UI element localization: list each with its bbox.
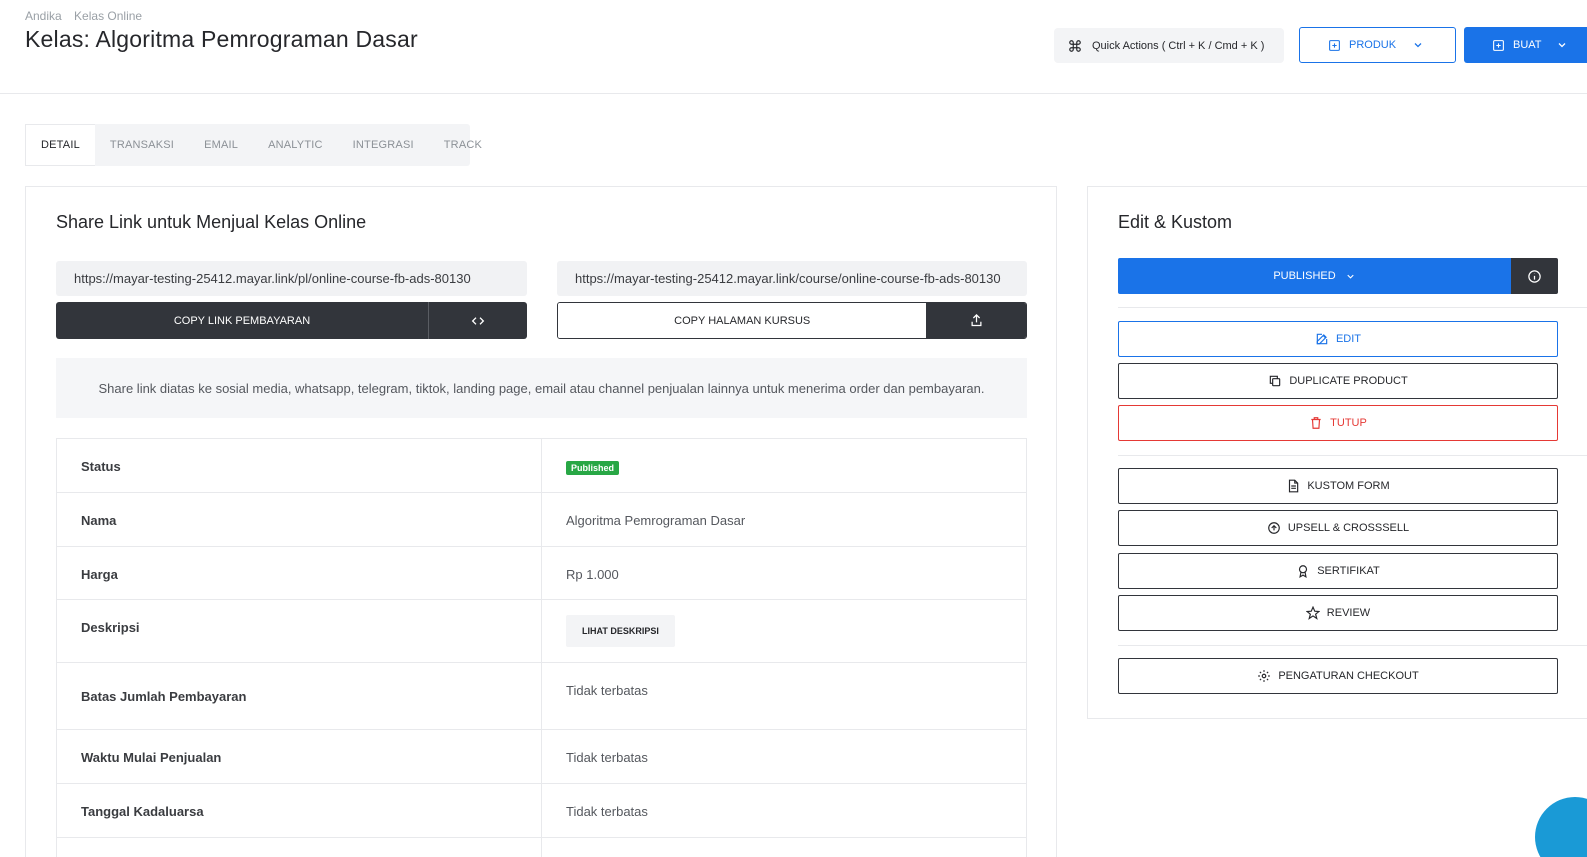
arrow-up-circle-icon [1268,522,1280,534]
edit-button[interactable]: EDIT [1118,321,1558,357]
duplicate-label: DUPLICATE PRODUCT [1289,375,1408,387]
review-button[interactable]: REVIEW [1118,595,1558,631]
tab-integrasi[interactable]: INTEGRASI [338,124,429,166]
status-badge: Published [566,461,620,475]
tutup-label: TUTUP [1330,417,1367,429]
document-icon [1289,479,1299,493]
plus-square-icon [1493,39,1504,51]
upsell-crosssell-button[interactable]: UPSELL & CROSSSELL [1118,510,1558,546]
review-label: REVIEW [1326,607,1371,619]
nama-value: Algoritma Pemrograman Dasar [541,492,1027,547]
duplicate-product-button[interactable]: DUPLICATE PRODUCT [1118,363,1558,399]
deskripsi-label: Deskripsi [56,599,542,663]
kustom-form-label: KUSTOM FORM [1307,480,1390,492]
mulai-value: Tidak terbatas [541,729,1027,784]
star-icon [1305,606,1320,620]
table-row: Harga Rp 1.000 [56,546,1027,600]
pengaturan-checkout-label: PENGATURAN CHECKOUT [1278,670,1419,682]
code-icon [471,316,485,325]
table-row: Batas Jumlah Pembayaran Tidak terbatas [56,662,1027,730]
copy-payment-link-group: COPY LINK PEMBAYARAN [56,302,527,339]
award-icon [1299,565,1308,578]
chevron-down-icon [1347,274,1354,279]
tab-analytic[interactable]: ANALYTIC [253,124,338,166]
divider [1118,645,1587,646]
breadcrumb-item-andika[interactable]: Andika [25,9,62,23]
sertifikat-label: SERTIFIKAT [1317,565,1380,577]
share-card-title: Share Link untuk Menjual Kelas Online [56,212,367,232]
page-title: Kelas: Algoritma Pemrograman Dasar [25,26,418,52]
chevron-down-icon [1414,43,1422,48]
copy-course-page-button[interactable]: COPY HALAMAN KURSUS [558,303,927,338]
tab-email[interactable]: EMAIL [189,124,253,166]
share-card: Share Link untuk Menjual Kelas Online ht… [25,186,1057,857]
harga-value: Rp 1.000 [541,546,1027,600]
breadcrumb-item-kelas-online[interactable]: Kelas Online [74,9,142,23]
lihat-deskripsi-button[interactable]: LIHAT DESKRIPSI [566,615,675,647]
publish-status-group: PUBLISHED [1118,258,1558,294]
batas-label: Batas Jumlah Pembayaran [56,662,542,730]
nama-label: Nama [56,492,542,547]
kustom-form-button[interactable]: KUSTOM FORM [1118,468,1558,504]
chat-widget-button[interactable] [1535,797,1587,857]
published-dropdown-button[interactable]: PUBLISHED [1118,258,1511,294]
table-row: Status Published [56,438,1027,493]
buat-dropdown-button[interactable]: BUAT [1464,27,1587,63]
table-row: Waktu Mulai Penjualan Tidak terbatas [56,729,1027,784]
harga-label: Harga [56,546,542,600]
table-row: Nama Algoritma Pemrograman Dasar [56,492,1027,547]
sertifikat-button[interactable]: SERTIFIKAT [1118,553,1558,589]
edit-icon [1316,333,1328,345]
copy-course-page-group: COPY HALAMAN KURSUS [557,302,1027,339]
quick-actions-label: Quick Actions ( Ctrl + K / Cmd + K ) [1092,39,1265,52]
share-button[interactable] [926,303,1026,338]
info-icon [1528,269,1541,283]
divider [1118,455,1587,456]
trash-icon [1311,417,1321,429]
share-icon [971,313,982,327]
product-detail-table: Status Published Nama Algoritma Pemrogra… [56,438,1027,857]
edit-label: EDIT [1335,333,1362,345]
copy-icon [1270,375,1281,387]
copy-payment-link-button[interactable]: COPY LINK PEMBAYARAN [56,302,428,339]
upsell-label: UPSELL & CROSSSELL [1287,522,1410,534]
command-icon [1069,39,1081,52]
table-row [56,837,1027,857]
batas-value: Tidak terbatas [541,662,1027,730]
pengaturan-checkout-button[interactable]: PENGATURAN CHECKOUT [1118,658,1558,694]
publish-info-button[interactable] [1511,258,1558,294]
payment-url-field[interactable]: https://mayar-testing-25412.mayar.link/p… [56,261,527,296]
kadaluarsa-value: Tidak terbatas [541,783,1027,838]
published-label: PUBLISHED [1273,270,1336,282]
tab-track[interactable]: TRACK [429,124,497,166]
embed-code-button[interactable] [428,302,527,339]
quick-actions-button[interactable]: Quick Actions ( Ctrl + K / Cmd + K ) [1054,28,1284,63]
buat-label: BUAT [1513,39,1542,51]
edit-custom-card: Edit & Kustom PUBLISHED EDIT DUPLICATE P… [1087,186,1587,719]
tab-detail[interactable]: DETAIL [25,124,95,166]
mulai-label: Waktu Mulai Penjualan [56,729,542,784]
share-info-box: Share link diatas ke sosial media, whats… [56,358,1027,418]
table-row: Deskripsi LIHAT DESKRIPSI [56,599,1027,663]
chevron-down-icon [1558,43,1565,48]
tab-transaksi[interactable]: TRANSAKSI [95,124,189,166]
edit-custom-title: Edit & Kustom [1118,212,1233,232]
produk-label: PRODUK [1349,39,1397,51]
divider [1118,307,1587,308]
kadaluarsa-label: Tanggal Kadaluarsa [56,783,542,838]
gear-icon [1258,670,1271,682]
table-row: Tanggal Kadaluarsa Tidak terbatas [56,783,1027,838]
tutup-button[interactable]: TUTUP [1118,405,1558,441]
page-header: Andika Kelas Online Kelas: Algoritma Pem… [0,0,1587,94]
status-label: Status [56,438,542,493]
breadcrumb: Andika Kelas Online [25,9,151,23]
tab-bar: DETAIL TRANSAKSI EMAIL ANALYTIC INTEGRAS… [25,124,482,166]
plus-square-icon [1329,39,1340,51]
produk-dropdown-button[interactable]: PRODUK [1299,27,1456,63]
course-url-field[interactable]: https://mayar-testing-25412.mayar.link/c… [557,261,1027,296]
